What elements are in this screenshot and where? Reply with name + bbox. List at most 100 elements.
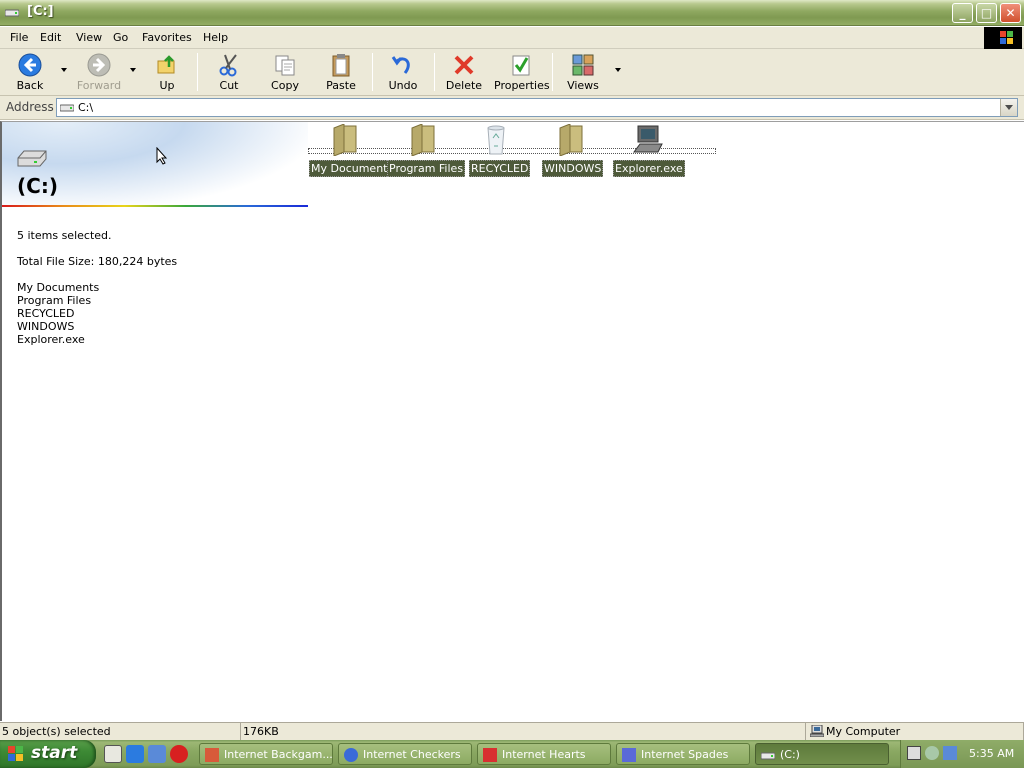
back-dropdown-arrow[interactable] — [61, 68, 67, 72]
settings-gear-icon[interactable] — [925, 746, 939, 760]
folder-view[interactable]: (C:) 5 items selected. Total File Size: … — [0, 121, 1024, 721]
toolbar-separator — [552, 53, 553, 91]
folder-up-icon — [157, 55, 175, 74]
system-tray: 5:35 AM — [900, 740, 1024, 768]
show-desktop-icon[interactable] — [104, 745, 122, 763]
menu-file[interactable]: File — [10, 31, 28, 44]
file-label[interactable]: My Documents — [309, 160, 396, 177]
windows-logo — [984, 27, 1022, 49]
title-bar[interactable]: [C:] _ □ ✕ — [0, 0, 1024, 26]
delete-label: Delete — [445, 79, 483, 92]
clipboard-icon — [332, 54, 350, 77]
status-zone-label: My Computer — [826, 725, 901, 738]
menu-go[interactable]: Go — [113, 31, 128, 44]
address-dropdown-button[interactable] — [1000, 99, 1017, 116]
toolbar-separator — [372, 53, 373, 91]
back-arrow-icon — [18, 53, 42, 77]
taskbar-item-hearts[interactable]: Internet Hearts — [477, 743, 611, 765]
minimize-button[interactable]: _ — [952, 3, 973, 23]
computer-exe-icon — [633, 125, 663, 153]
spades-icon — [622, 748, 636, 762]
close-button[interactable]: ✕ — [1000, 3, 1021, 23]
delete-button[interactable]: Delete — [444, 49, 484, 95]
monitor-icon[interactable] — [943, 746, 957, 760]
copy-button[interactable]: Copy — [264, 49, 306, 95]
drive-icon — [761, 752, 775, 760]
cut-button[interactable]: Cut — [210, 49, 248, 95]
paste-label: Paste — [326, 79, 356, 92]
up-label: Up — [159, 79, 175, 92]
internet-explorer-icon[interactable] — [126, 745, 144, 763]
taskbar-item-c-drive[interactable]: (C:) — [755, 743, 889, 765]
views-button[interactable]: Views — [562, 49, 604, 95]
status-size: 176KB — [241, 723, 806, 740]
up-button[interactable]: Up — [148, 49, 186, 95]
clock[interactable]: 5:35 AM — [969, 747, 1014, 760]
task-label: Internet Backgam... — [224, 748, 333, 761]
taskbar-item-spades[interactable]: Internet Spades — [616, 743, 750, 765]
forward-dropdown-arrow[interactable] — [130, 68, 136, 72]
toolbar: Back Forward Up Cut Copy Paste Undo Dele… — [0, 49, 1024, 96]
folder-icon — [411, 124, 435, 156]
file-label[interactable]: RECYCLED — [469, 160, 531, 177]
task-label: Internet Checkers — [363, 748, 461, 761]
undo-icon — [391, 56, 410, 74]
hard-drive-icon — [17, 150, 47, 167]
paste-button[interactable]: Paste — [320, 49, 362, 95]
file-label[interactable]: Program Files — [387, 160, 466, 177]
forward-arrow-icon — [87, 53, 111, 77]
my-computer-icon — [810, 725, 824, 737]
address-label: Address — [6, 100, 54, 114]
copy-label: Copy — [271, 79, 299, 92]
views-label: Views — [567, 79, 599, 92]
forward-label: Forward — [76, 79, 122, 92]
menu-view[interactable]: View — [76, 31, 102, 44]
status-objects: 5 object(s) selected — [0, 723, 241, 740]
task-label: Internet Spades — [641, 748, 729, 761]
opera-icon[interactable] — [170, 745, 188, 763]
menu-edit[interactable]: Edit — [40, 31, 61, 44]
taskbar-item-checkers[interactable]: Internet Checkers — [338, 743, 472, 765]
menu-bar: File Edit View Go Favorites Help — [0, 27, 1024, 49]
status-bar: 5 object(s) selected 176KB My Computer — [0, 722, 1024, 740]
start-button[interactable]: start — [0, 740, 96, 768]
address-field[interactable]: C:\ — [56, 98, 1018, 117]
selected-item: WINDOWS — [17, 320, 75, 333]
properties-button[interactable]: Properties — [494, 49, 550, 95]
total-file-size: Total File Size: 180,224 bytes — [17, 255, 178, 268]
maximize-button[interactable]: □ — [976, 3, 997, 23]
back-label: Back — [16, 79, 44, 92]
backgammon-icon — [205, 748, 219, 762]
selected-item: RECYCLED — [17, 307, 75, 320]
network-icon[interactable] — [907, 746, 921, 760]
menu-favorites[interactable]: Favorites — [142, 31, 192, 44]
rainbow-divider — [2, 205, 308, 207]
menu-help[interactable]: Help — [203, 31, 228, 44]
hearts-icon — [483, 748, 497, 762]
drive-icon — [5, 9, 19, 17]
drive-heading: (C:) — [17, 174, 58, 198]
forward-button[interactable]: Forward — [74, 49, 124, 95]
mouse-cursor-icon — [156, 147, 168, 165]
file-label[interactable]: Explorer.exe — [613, 160, 685, 177]
taskbar-item-backgammon[interactable]: Internet Backgam... — [199, 743, 333, 765]
selected-item: Explorer.exe — [17, 333, 85, 346]
drive-icon — [60, 104, 74, 112]
logo-blue — [1000, 38, 1006, 44]
outlook-express-icon[interactable] — [148, 745, 166, 763]
window-title: [C:] — [27, 4, 54, 19]
undo-button[interactable]: Undo — [384, 49, 422, 95]
file-label[interactable]: WINDOWS — [542, 160, 604, 177]
copy-icon — [275, 55, 295, 76]
selected-item: Program Files — [17, 294, 92, 307]
back-button[interactable]: Back — [8, 49, 52, 95]
address-value[interactable]: C:\ — [78, 101, 93, 114]
windows-flag-icon — [8, 746, 23, 761]
properties-label: Properties — [494, 79, 550, 92]
selected-item: My Documents — [17, 281, 100, 294]
views-dropdown-arrow[interactable] — [615, 68, 621, 72]
folder-icon — [333, 124, 357, 156]
folder-icon — [559, 124, 583, 156]
cut-label: Cut — [219, 79, 239, 92]
checkers-icon — [344, 748, 358, 762]
